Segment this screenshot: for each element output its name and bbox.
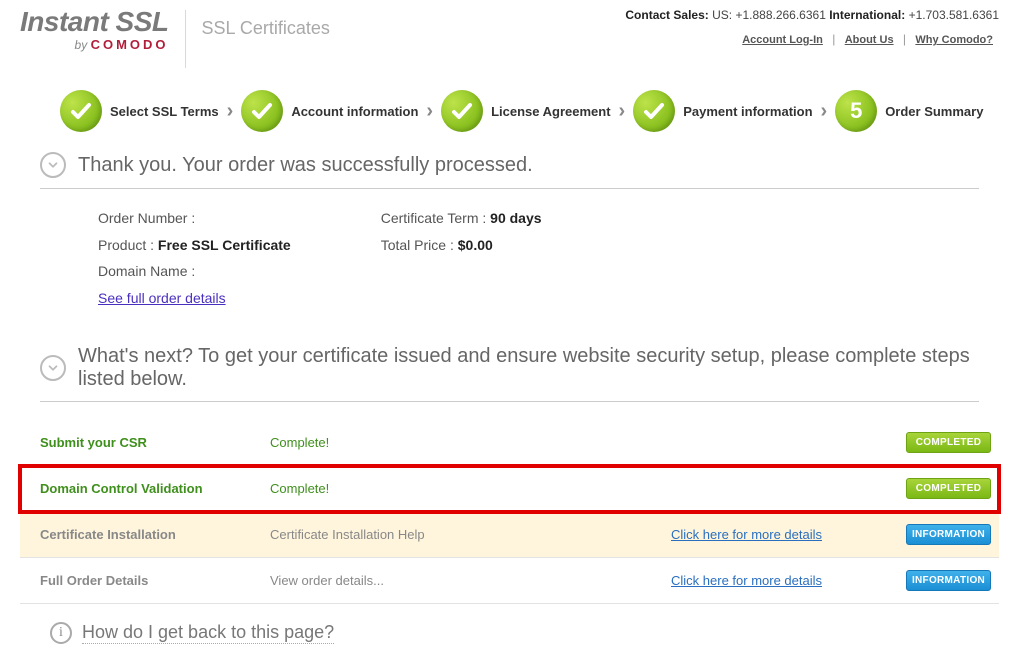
logo-byline: by COMODO — [20, 38, 169, 51]
logo-area: Instant SSL by COMODO SSL Certificates — [20, 8, 330, 68]
cert-install-details-link[interactable]: Click here for more details — [671, 527, 822, 542]
chevron-right-icon: › — [619, 100, 626, 123]
checkmark-icon — [441, 90, 483, 132]
completed-button[interactable]: COMPLETED — [906, 478, 991, 499]
chevron-right-icon: › — [821, 100, 828, 123]
step-order-summary: 5 Order Summary — [835, 90, 983, 132]
step-number-icon: 5 — [835, 90, 877, 132]
page-header: Instant SSL by COMODO SSL Certificates C… — [20, 8, 999, 68]
see-full-order-link[interactable]: See full order details — [98, 290, 226, 306]
step-select-ssl-terms: Select SSL Terms — [60, 90, 219, 132]
logo: Instant SSL by COMODO — [20, 8, 169, 51]
howdo-section: i How do I get back to this page? — [50, 622, 979, 644]
logo-main-text: Instant SSL — [20, 8, 169, 36]
order-details: Order Number : Product : Free SSL Certif… — [98, 205, 979, 311]
checkmark-icon — [633, 90, 675, 132]
progress-steps: Select SSL Terms › Account information ›… — [60, 90, 999, 132]
checkmark-icon — [241, 90, 283, 132]
information-button[interactable]: INFORMATION — [906, 570, 991, 591]
top-nav-links: Account Log-In | About Us | Why Comodo? — [625, 32, 999, 46]
contact-sales-line: Contact Sales: US: +1.888.266.6361 Inter… — [625, 8, 999, 22]
order-details-right: Certificate Term : 90 days Total Price :… — [381, 205, 542, 311]
about-us-link[interactable]: About Us — [845, 34, 894, 46]
completion-table: Submit your CSR Complete! COMPLETED Doma… — [20, 420, 999, 604]
chevron-down-icon[interactable] — [40, 152, 66, 178]
row-submit-csr: Submit your CSR Complete! COMPLETED — [20, 420, 999, 466]
header-subtitle: SSL Certificates — [202, 18, 330, 39]
row-domain-control-validation: Domain Control Validation Complete! COMP… — [20, 466, 999, 512]
step-license-agreement: License Agreement — [441, 90, 610, 132]
thankyou-title: Thank you. Your order was successfully p… — [78, 154, 533, 177]
thankyou-section-head: Thank you. Your order was successfully p… — [40, 142, 979, 189]
full-order-details-link[interactable]: Click here for more details — [671, 573, 822, 588]
chevron-down-icon[interactable] — [40, 355, 66, 381]
completed-button[interactable]: COMPLETED — [906, 432, 991, 453]
information-button[interactable]: INFORMATION — [906, 524, 991, 545]
header-right: Contact Sales: US: +1.888.266.6361 Inter… — [625, 8, 999, 46]
vertical-divider — [185, 10, 186, 68]
step-account-information: Account information — [241, 90, 418, 132]
chevron-right-icon: › — [426, 100, 433, 123]
info-icon: i — [50, 622, 72, 644]
step-payment-information: Payment information — [633, 90, 812, 132]
row-certificate-installation: Certificate Installation Certificate Ins… — [20, 512, 999, 558]
why-comodo-link[interactable]: Why Comodo? — [915, 34, 993, 46]
howdo-link[interactable]: How do I get back to this page? — [82, 622, 334, 644]
nextsteps-section-head: What's next? To get your certificate iss… — [40, 335, 979, 402]
checkmark-icon — [60, 90, 102, 132]
order-details-left: Order Number : Product : Free SSL Certif… — [98, 205, 291, 311]
nextsteps-title: What's next? To get your certificate iss… — [78, 345, 979, 391]
chevron-right-icon: › — [227, 100, 234, 123]
account-login-link[interactable]: Account Log-In — [742, 34, 823, 46]
row-full-order-details: Full Order Details View order details...… — [20, 558, 999, 604]
